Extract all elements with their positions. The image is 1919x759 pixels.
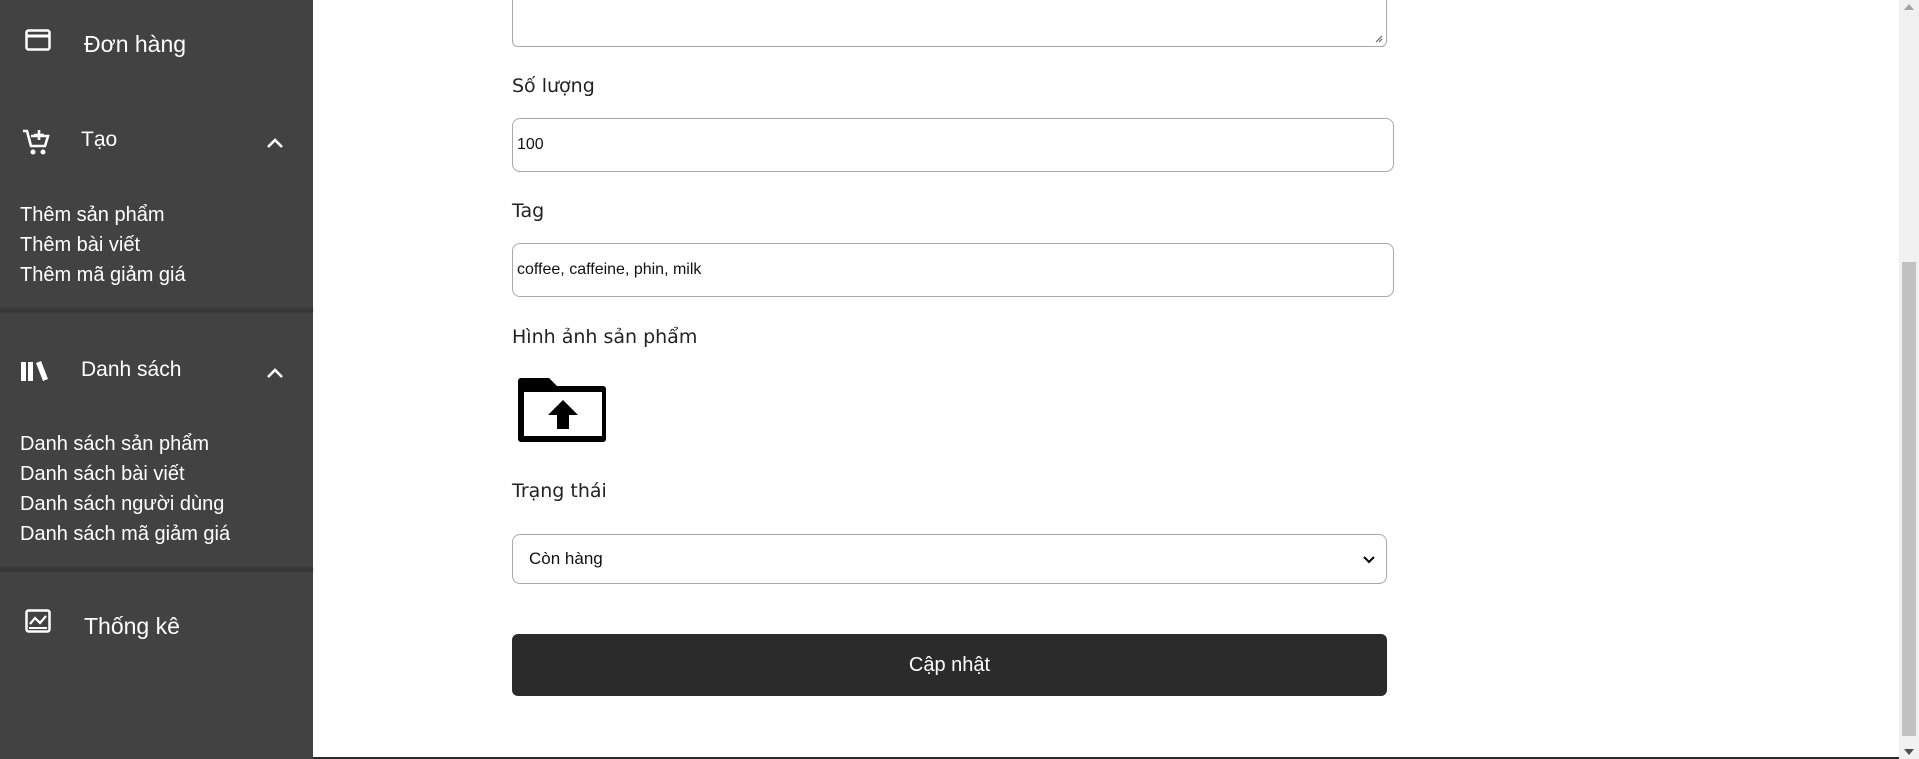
sidebar-subitem-user-list[interactable]: Danh sách người dùng [20, 489, 224, 519]
quantity-input[interactable]: 100 [512, 118, 1394, 172]
status-label: Trạng thái [512, 480, 607, 502]
sidebar-item-label: Danh sách [81, 358, 182, 381]
scroll-down-icon[interactable] [1904, 749, 1914, 755]
scrollbar-thumb[interactable] [1902, 262, 1916, 736]
tag-label: Tag [512, 200, 545, 222]
sidebar-item-label: Đơn hàng [84, 31, 187, 57]
status-select[interactable]: Còn hàng [512, 534, 1387, 584]
sidebar-group-lists[interactable]: Danh sách [0, 349, 313, 397]
chevron-up-icon[interactable] [264, 132, 286, 154]
sidebar-divider [0, 308, 313, 311]
folder-upload-icon[interactable] [516, 372, 610, 447]
insert-chart-icon [24, 608, 52, 634]
sidebar-divider [0, 567, 313, 570]
sidebar-item-label: Thống kê [84, 613, 180, 639]
credit-card-icon [24, 28, 52, 52]
resize-grip-icon[interactable] [1373, 33, 1383, 43]
sidebar-subitem-add-post[interactable]: Thêm bài viết [20, 230, 140, 260]
sidebar-subitem-coupon-list[interactable]: Danh sách mã giảm giá [20, 519, 230, 549]
sidebar-item-orders[interactable]: Đơn hàng [0, 18, 313, 70]
description-textarea[interactable] [512, 0, 1387, 47]
sidebar-group-create[interactable]: Tạo [0, 120, 313, 168]
status-select-value: Còn hàng [529, 549, 603, 568]
vertical-scrollbar[interactable] [1899, 0, 1919, 759]
sidebar-item-label: Tạo [81, 128, 118, 151]
sidebar-subitem-add-product[interactable]: Thêm sản phẩm [20, 200, 165, 230]
tag-input[interactable]: coffee, caffeine, phin, milk [512, 243, 1394, 297]
add-cart-icon [20, 126, 52, 158]
sidebar-subitem-add-coupon[interactable]: Thêm mã giảm giá [20, 260, 186, 290]
sidebar-subitem-product-list[interactable]: Danh sách sản phẩm [20, 429, 209, 459]
sidebar-item-stats[interactable]: Thống kê [0, 600, 313, 652]
product-image-label: Hình ảnh sản phẩm [512, 326, 698, 348]
update-button[interactable]: Cập nhật [512, 634, 1387, 696]
sidebar-subitem-post-list[interactable]: Danh sách bài viết [20, 459, 185, 489]
sidebar: Đơn hàng Tạo Thêm sản phẩm Thêm bài viết… [0, 0, 313, 759]
scroll-up-icon[interactable] [1904, 4, 1914, 10]
chevron-down-icon [1363, 556, 1375, 564]
quantity-label: Số lượng [512, 75, 595, 97]
chevron-up-icon[interactable] [264, 362, 286, 384]
library-books-icon [18, 357, 50, 385]
